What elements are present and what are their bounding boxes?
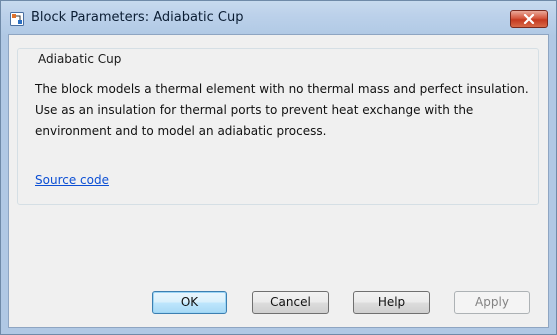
block-description: The block models a thermal element with … [35, 82, 529, 138]
title-bar[interactable]: Block Parameters: Adiabatic Cup [1, 1, 556, 33]
window-title: Block Parameters: Adiabatic Cup [31, 10, 244, 25]
block-parameters-dialog: Block Parameters: Adiabatic Cup Adiabati… [0, 0, 557, 335]
simulink-block-icon [10, 11, 24, 26]
source-code-link[interactable]: Source code [35, 173, 109, 187]
dialog-body: Adiabatic Cup The block models a thermal… [8, 34, 549, 328]
ok-button[interactable]: OK [152, 291, 227, 314]
close-button[interactable] [510, 10, 548, 28]
group-title: Adiabatic Cup [35, 52, 125, 66]
cancel-button[interactable]: Cancel [252, 291, 329, 314]
close-icon [523, 14, 535, 24]
help-button[interactable]: Help [353, 291, 430, 314]
apply-button[interactable]: Apply [454, 291, 530, 314]
